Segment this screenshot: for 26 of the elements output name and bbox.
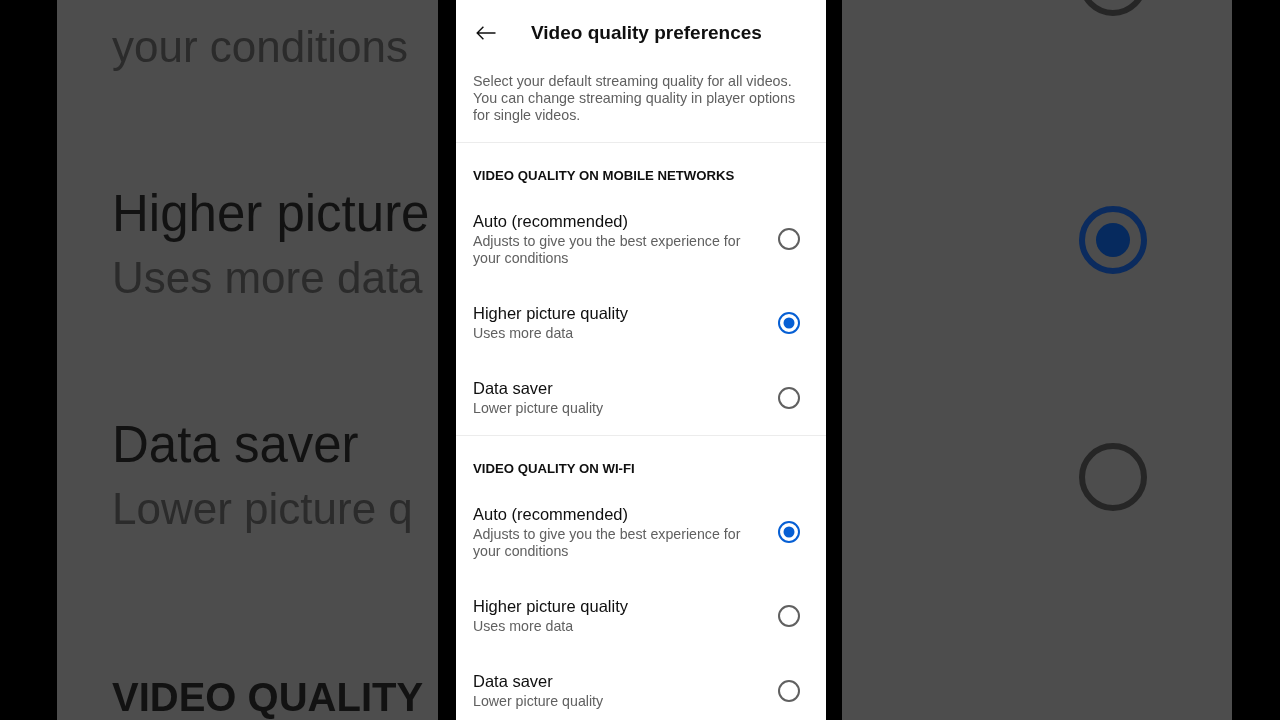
page-title: Video quality preferences (531, 22, 762, 44)
back-arrow-icon[interactable] (476, 26, 496, 40)
enlarged-section-heading: VIDEO QUALITY (112, 676, 424, 718)
enlarged-option-title: Data saver (112, 415, 359, 475)
option-description: Adjusts to give you the best experience for your conditions (473, 526, 742, 560)
option-title: Higher picture quality (473, 596, 629, 616)
option-title: Data saver (473, 671, 554, 691)
description-text: Select your default streaming quality for all videos. You can change streaming quality in player options for single videos. (472, 72, 797, 125)
option-description: Uses more data (473, 325, 575, 342)
option-description: Uses more data (473, 618, 575, 635)
enlarged-option-title: Higher picture (112, 184, 430, 244)
option-description: Lower picture quality (473, 400, 605, 417)
option-title: Data saver (473, 378, 554, 398)
section-heading: VIDEO QUALITY ON WI-FI (472, 460, 636, 478)
radio-button[interactable] (778, 679, 800, 702)
option-title: Auto (recommended) (473, 504, 629, 524)
option-description: Adjusts to give you the best experience for your conditions (473, 233, 742, 267)
section-heading: VIDEO QUALITY ON MOBILE NETWORKS (472, 167, 736, 185)
option-description: Lower picture quality (473, 693, 605, 710)
radio-button[interactable] (778, 386, 800, 409)
radio-button[interactable] (778, 311, 800, 334)
radio-button[interactable] (778, 604, 800, 627)
radio-button[interactable] (778, 228, 800, 250)
option-title: Higher picture quality (473, 303, 629, 323)
option-title: Auto (recommended) (473, 211, 629, 231)
radio-button[interactable] (778, 521, 800, 543)
